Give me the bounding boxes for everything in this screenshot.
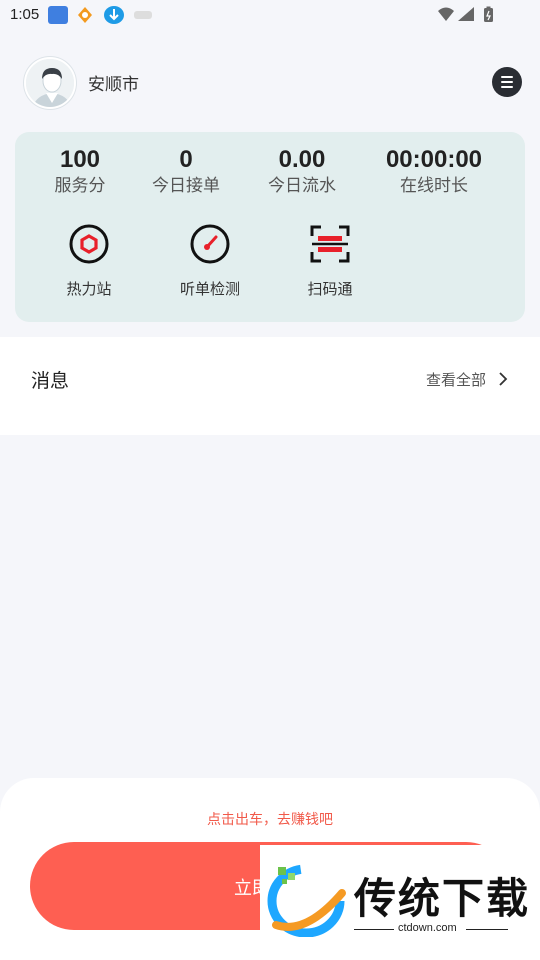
battery-icon bbox=[484, 6, 493, 22]
stat-value: 0.00 bbox=[278, 146, 326, 173]
watermark: 传统下载 ctdown.com bbox=[260, 845, 540, 960]
tool-label: 听单检测 bbox=[179, 280, 240, 298]
go-online-hint: 点击出车，去赚钱吧 bbox=[207, 812, 333, 828]
stat-today-revenue[interactable]: 0.00 今日流水 bbox=[232, 146, 372, 198]
stat-value: 00:00:00 bbox=[385, 146, 483, 173]
menu-lines-icon-bottom bbox=[501, 86, 513, 88]
city-label[interactable]: 安顺市 bbox=[88, 70, 139, 95]
watermark-rule bbox=[354, 929, 394, 930]
messages-title: 消息 bbox=[31, 370, 70, 392]
watermark-url: ctdown.com bbox=[398, 922, 457, 934]
scan-icon bbox=[310, 225, 350, 263]
stat-label: 在线时长 bbox=[400, 176, 468, 196]
wifi-icon bbox=[438, 7, 454, 21]
gauge-icon bbox=[190, 224, 230, 264]
download-icon bbox=[104, 6, 124, 24]
stats-card: 100 服务分 0 今日接单 0.00 今日流水 00:00:00 在线时长 热… bbox=[15, 132, 525, 322]
hexagon-icon bbox=[69, 224, 109, 264]
signal-icon bbox=[458, 7, 474, 21]
watermark-logo-icon bbox=[267, 864, 346, 937]
tool-label: 扫码通 bbox=[307, 280, 353, 298]
tool-label: 热力站 bbox=[66, 280, 112, 298]
watermark-rule bbox=[466, 929, 508, 930]
menu-lines-icon-mid bbox=[501, 81, 513, 83]
stat-online-time[interactable]: 00:00:00 在线时长 bbox=[364, 146, 504, 198]
status-icons bbox=[436, 5, 506, 29]
app-notification-icon bbox=[48, 6, 68, 24]
app-notification-icon bbox=[134, 11, 152, 19]
menu-button[interactable] bbox=[492, 67, 522, 97]
tool-heat-station[interactable]: 热力站 bbox=[44, 222, 134, 299]
view-all-link[interactable]: 查看全部 bbox=[426, 369, 486, 390]
status-bar: 1:05 bbox=[0, 0, 540, 30]
status-time: 1:05 bbox=[10, 6, 40, 23]
tool-scan[interactable]: 扫码通 bbox=[285, 222, 375, 299]
menu-lines-icon bbox=[501, 76, 513, 78]
tool-order-check[interactable]: 听单检测 bbox=[165, 222, 255, 299]
app-notification-icon bbox=[76, 6, 94, 24]
avatar[interactable] bbox=[24, 57, 76, 109]
stat-label: 今日流水 bbox=[268, 176, 336, 196]
messages-section: 消息 查看全部 bbox=[0, 337, 540, 435]
chevron-right-icon[interactable] bbox=[498, 371, 508, 387]
watermark-title: 传统下载 bbox=[354, 874, 531, 923]
